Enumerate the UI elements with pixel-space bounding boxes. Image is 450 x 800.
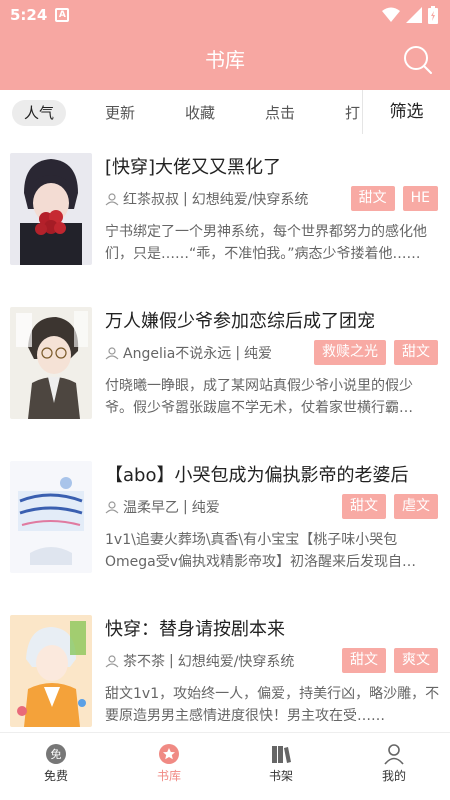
book-description: 宁书绑定了一个男神系统，每个世界都努力的感化他们，只是……“乖，不准怕我。”病态… xyxy=(105,224,427,262)
book-author: Angelia不说永远 xyxy=(123,346,232,362)
nav-label: 书架 xyxy=(268,769,293,783)
author-icon xyxy=(105,655,119,668)
nav-label: 我的 xyxy=(381,769,406,783)
app-notification-icon: A xyxy=(55,8,70,22)
nav-library[interactable]: 书库 xyxy=(129,743,209,784)
bookshelf-icon xyxy=(272,746,291,763)
book-tag: 救赎之光 xyxy=(314,340,386,365)
meta-separator: | xyxy=(235,345,241,361)
status-time: 5:24 xyxy=(10,6,48,24)
author-icon xyxy=(105,347,119,360)
book-item[interactable]: [快穿]大佬又又黑化了 红茶叔叔 | 幻想纯爱/快穿系统 甜文 HE 宁书绑定了… xyxy=(0,153,450,293)
author-icon xyxy=(105,193,119,206)
nav-free[interactable]: 免 免费 xyxy=(16,743,96,784)
book-tag: 甜文 xyxy=(350,186,395,211)
book-author: 红茶叔叔 xyxy=(123,192,179,208)
book-tags: 甜文 爽文 xyxy=(342,648,438,673)
nav-bookshelf[interactable]: 书架 xyxy=(241,743,321,784)
book-category: 纯爱 xyxy=(244,346,273,362)
book-tags: 甜文 HE xyxy=(350,186,438,211)
book-title: 【abo】小哭包成为偏执影帝的老婆后 xyxy=(105,465,409,486)
bottom-nav: 免 免费 书库 书架 我的 xyxy=(0,732,450,800)
book-cover xyxy=(10,615,92,727)
book-author: 茶不茶 xyxy=(123,654,165,670)
star-circle-icon xyxy=(159,744,179,764)
book-category: 纯爱 xyxy=(191,500,220,516)
book-category: 幻想纯爱/快穿系统 xyxy=(177,654,295,670)
meta-separator: | xyxy=(183,191,188,207)
book-description: 付晓曦一睁眼，成了某网站真假少爷小说里的假少爷。假少爷嚣张跋扈不学无术，仗着家世… xyxy=(105,378,413,416)
battery-icon xyxy=(428,6,438,24)
book-tag: 甜文 xyxy=(342,648,386,673)
book-category: 幻想纯爱/快穿系统 xyxy=(191,192,309,208)
search-icon[interactable] xyxy=(402,44,434,76)
nav-label: 书库 xyxy=(156,769,181,783)
tab-favorites[interactable]: 收藏 xyxy=(185,100,215,126)
book-cover xyxy=(10,153,92,265)
book-cover xyxy=(10,461,92,573)
meta-separator: | xyxy=(169,653,174,669)
book-item[interactable]: 万人嫌假少爷参加恋综后成了团宠 Angelia不说永远 | 纯爱 救赎之光 甜文… xyxy=(0,307,450,447)
person-icon xyxy=(384,744,404,765)
nav-label: 免费 xyxy=(43,769,68,783)
book-tags: 救赎之光 甜文 xyxy=(314,340,438,365)
filter-button[interactable]: 筛选 xyxy=(362,90,450,134)
tab-updated[interactable]: 更新 xyxy=(105,100,135,126)
book-title: 快穿：替身请按剧本来 xyxy=(105,619,285,640)
svg-text:免: 免 xyxy=(51,747,62,761)
tab-more[interactable]: 打 xyxy=(345,100,360,126)
book-cover xyxy=(10,307,92,419)
page-title: 书库 xyxy=(205,48,245,72)
sort-tabs: 人气 更新 收藏 点击 打 筛选 xyxy=(0,90,450,134)
book-title: [快穿]大佬又又黑化了 xyxy=(105,157,282,178)
app-header: 书库 xyxy=(0,30,450,90)
book-tag: HE xyxy=(402,186,438,211)
book-description: 1v1\追妻火葬场\真香\有小宝宝【桃子味小哭包Omega受v偏执戏精影帝攻】初… xyxy=(105,532,403,570)
nav-mine[interactable]: 我的 xyxy=(354,743,434,784)
book-tag: 爽文 xyxy=(394,648,438,673)
tab-clicks[interactable]: 点击 xyxy=(265,100,295,126)
book-author: 温柔早乙 xyxy=(123,500,179,516)
book-description: 甜文1v1，攻始终一人，偏爱，持美行凶，略沙雕，不要原造男男主感情进度很快！男主… xyxy=(105,686,440,724)
book-tag: 甜文 xyxy=(394,340,438,365)
book-tags: 甜文 虐文 xyxy=(342,494,438,519)
book-meta: 红茶叔叔 | 幻想纯爱/快穿系统 xyxy=(105,189,308,209)
wifi-icon xyxy=(382,7,400,22)
book-item[interactable]: 【abo】小哭包成为偏执影帝的老婆后 温柔早乙 | 纯爱 甜文 虐文 1v1\追… xyxy=(0,461,450,601)
signal-icon xyxy=(406,7,422,23)
book-meta: Angelia不说永远 | 纯爱 xyxy=(105,343,272,363)
status-bar: 5:24 A xyxy=(0,0,450,30)
book-meta: 茶不茶 | 幻想纯爱/快穿系统 xyxy=(105,651,294,671)
free-icon: 免 xyxy=(46,744,66,764)
tab-popularity[interactable]: 人气 xyxy=(12,100,67,126)
book-tag: 甜文 xyxy=(342,494,386,519)
meta-separator: | xyxy=(183,499,188,515)
book-title: 万人嫌假少爷参加恋综后成了团宠 xyxy=(105,311,375,332)
book-meta: 温柔早乙 | 纯爱 xyxy=(105,497,220,517)
book-tag: 虐文 xyxy=(394,494,438,519)
author-icon xyxy=(105,501,119,514)
